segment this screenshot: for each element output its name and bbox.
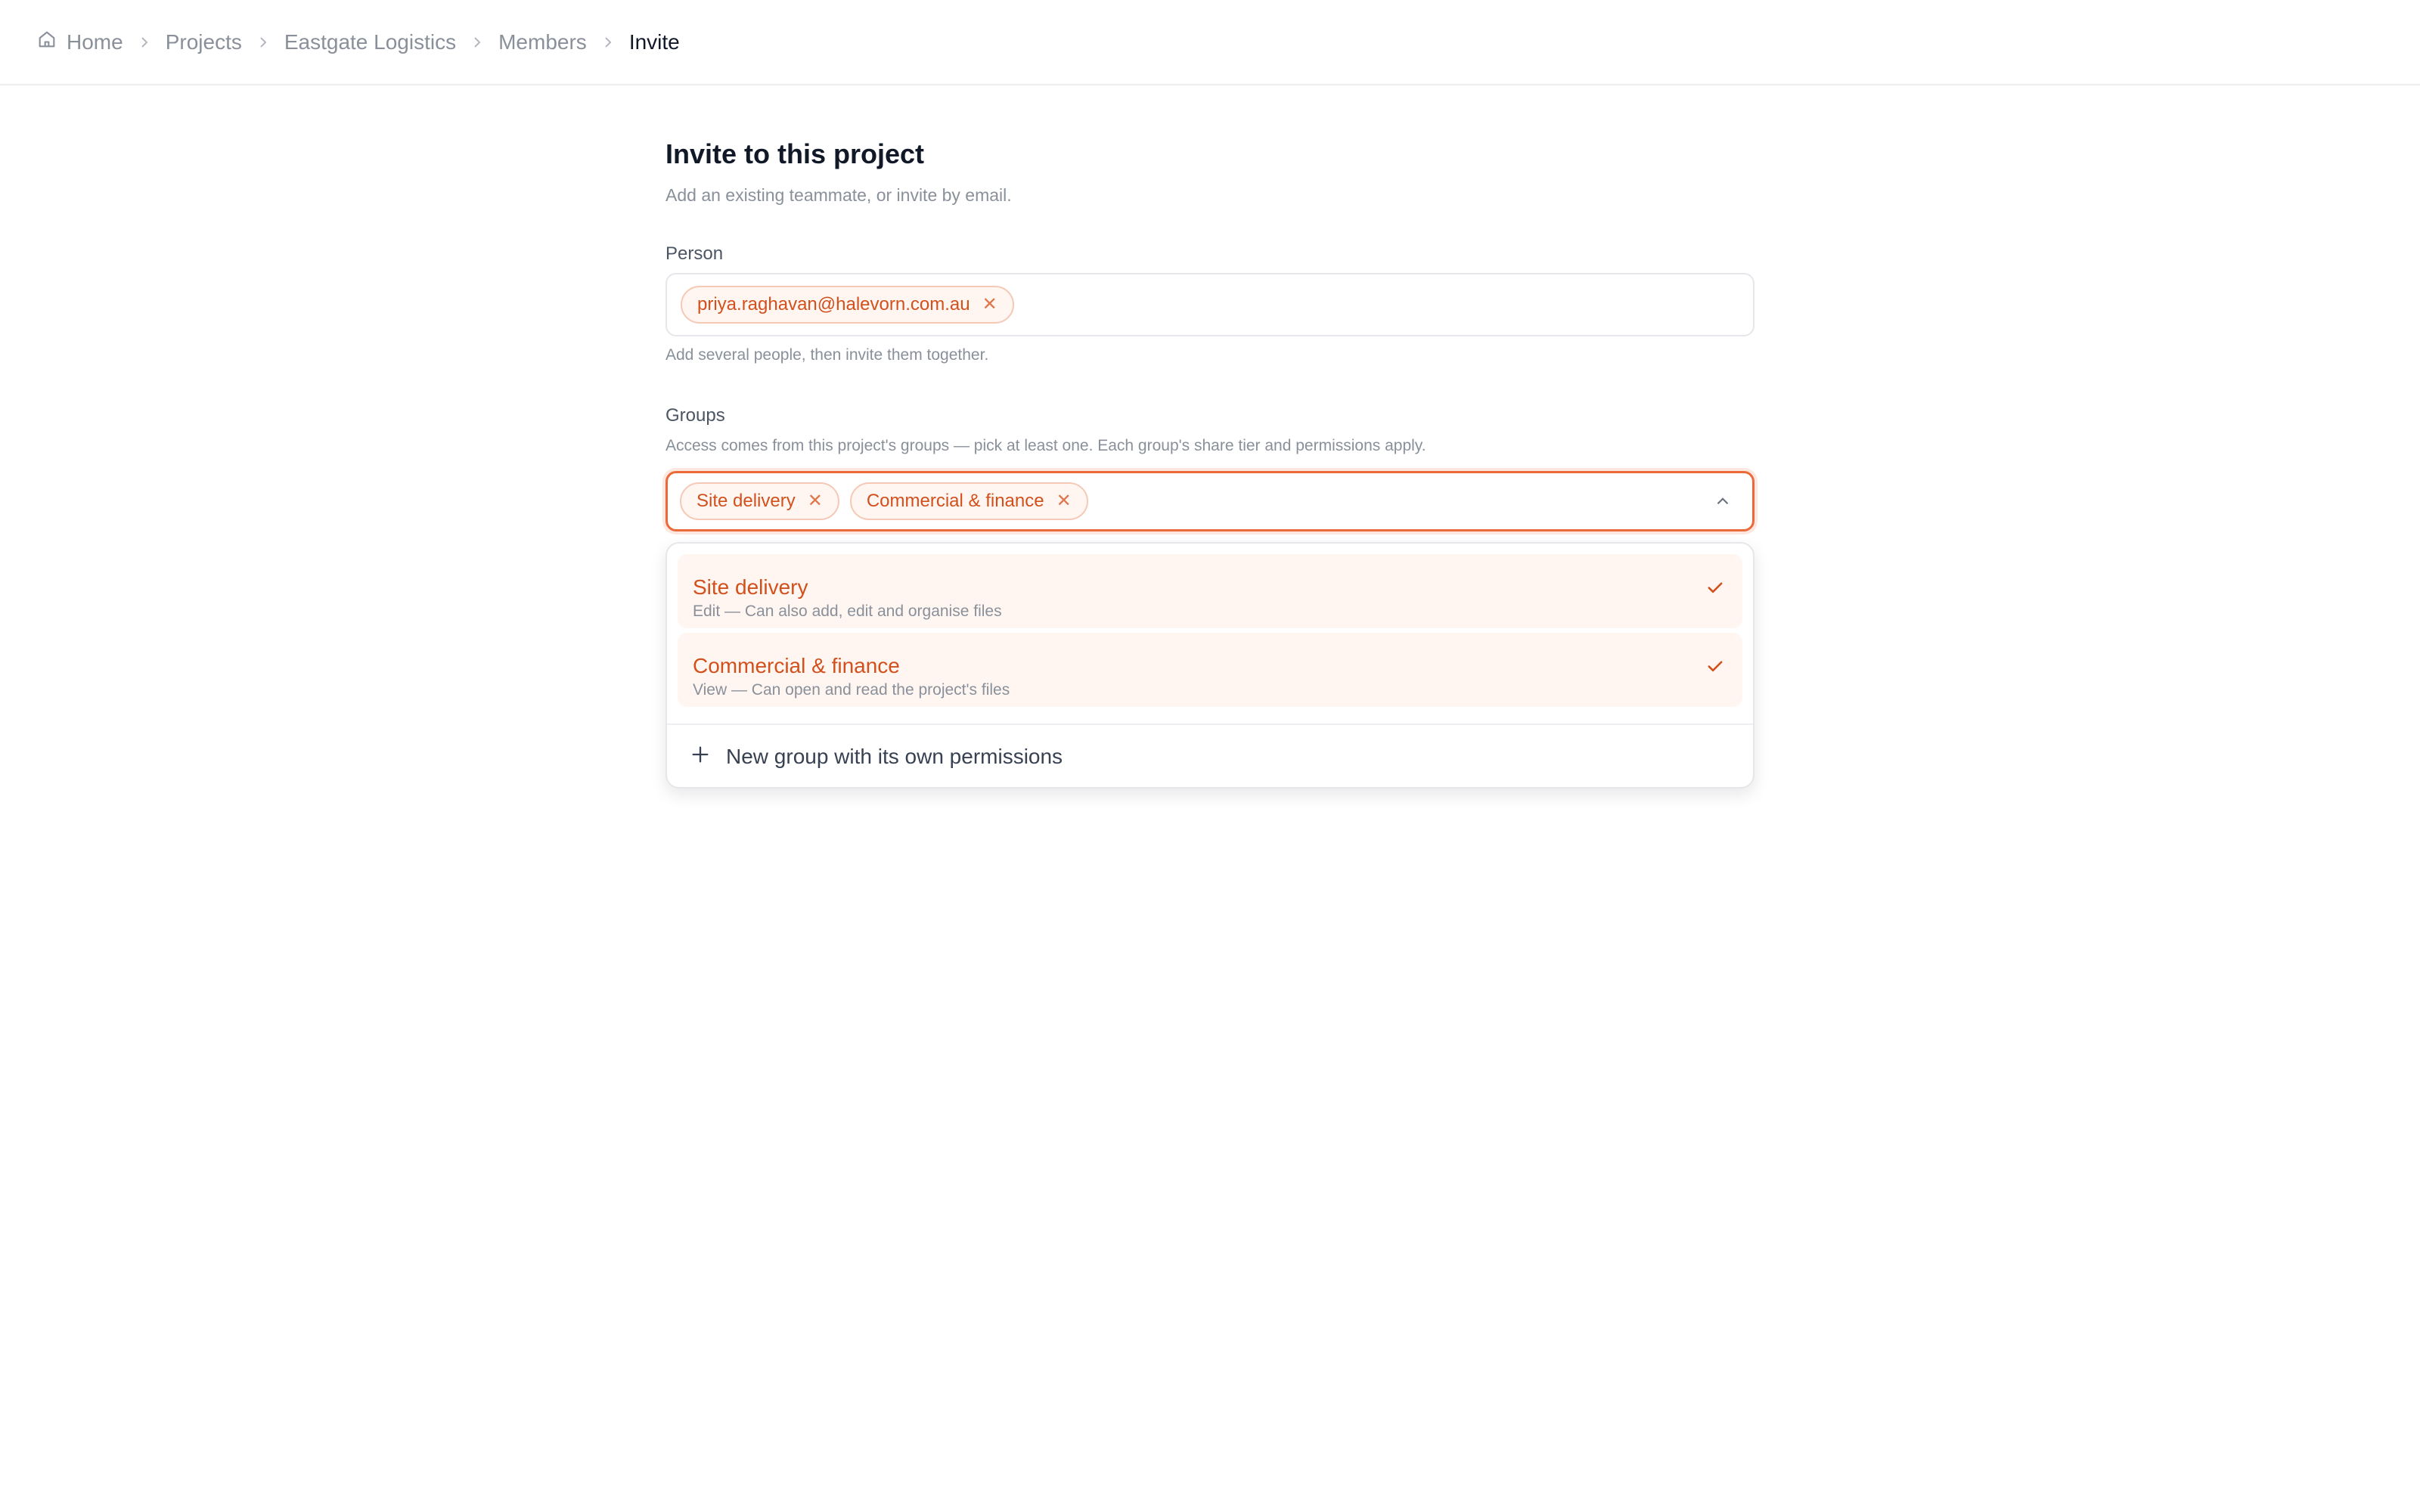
breadcrumb-current: Invite [628, 29, 680, 54]
option-description: Edit — Can also add, edit and organise f… [693, 603, 1002, 620]
chevron-right-icon [256, 35, 271, 50]
group-chip-commercial-finance: Commercial & finance ✕ [849, 482, 1088, 520]
breadcrumb-members[interactable]: Members [498, 30, 587, 54]
breadcrumb: Home Projects Eastgate Logistics Members… [36, 29, 680, 55]
page-subtitle: Add an existing teammate, or invite by e… [666, 185, 1012, 205]
person-help-text: Add several people, then invite them tog… [666, 346, 989, 364]
chip-label: Commercial & finance [866, 491, 1044, 511]
close-icon[interactable]: ✕ [982, 296, 997, 314]
check-icon [1705, 655, 1726, 677]
chevron-up-icon[interactable] [1713, 491, 1733, 511]
breadcrumb-project[interactable]: Eastgate Logistics [284, 30, 456, 54]
groups-select[interactable]: Site delivery ✕ Commercial & finance ✕ [666, 471, 1754, 531]
chevron-right-icon [470, 35, 485, 50]
close-icon[interactable]: ✕ [1056, 492, 1072, 510]
groups-dropdown: Site delivery Edit — Can also add, edit … [666, 542, 1754, 789]
option-name: Site delivery [693, 575, 808, 599]
new-group-button[interactable]: New group with its own permissions [667, 725, 1753, 789]
close-icon[interactable]: ✕ [808, 492, 823, 510]
groups-help-text: Access comes from this project's groups … [666, 437, 1426, 454]
chevron-right-icon [600, 35, 616, 50]
new-group-label: New group with its own permissions [726, 745, 1063, 768]
option-description: View — Can open and read the project's f… [693, 681, 1010, 699]
breadcrumb-projects[interactable]: Projects [166, 30, 242, 54]
page-title: Invite to this project [666, 138, 925, 169]
breadcrumb-home[interactable]: Home [36, 29, 123, 55]
plus-icon [690, 744, 711, 770]
groups-label: Groups [666, 405, 725, 426]
invite-panel: Invite to this project Add an existing t… [666, 136, 1754, 789]
chevron-right-icon [137, 35, 152, 50]
chip-label: priya.raghavan@halevorn.com.au [697, 294, 970, 314]
chip-label: Site delivery [697, 491, 796, 511]
check-icon [1705, 577, 1726, 598]
person-label: Person [666, 243, 724, 264]
breadcrumb-label: Home [67, 29, 123, 54]
option-commercial-finance[interactable]: Commercial & finance View — Can open and… [678, 633, 1742, 707]
person-input[interactable]: priya.raghavan@halevorn.com.au ✕ [666, 273, 1754, 336]
option-site-delivery[interactable]: Site delivery Edit — Can also add, edit … [678, 554, 1742, 628]
home-icon [36, 29, 57, 55]
person-chip: priya.raghavan@halevorn.com.au ✕ [681, 286, 1014, 324]
group-chip-site-delivery: Site delivery ✕ [680, 482, 839, 520]
option-name: Commercial & finance [693, 654, 900, 677]
top-bar: Home Projects Eastgate Logistics Members… [0, 0, 2420, 85]
